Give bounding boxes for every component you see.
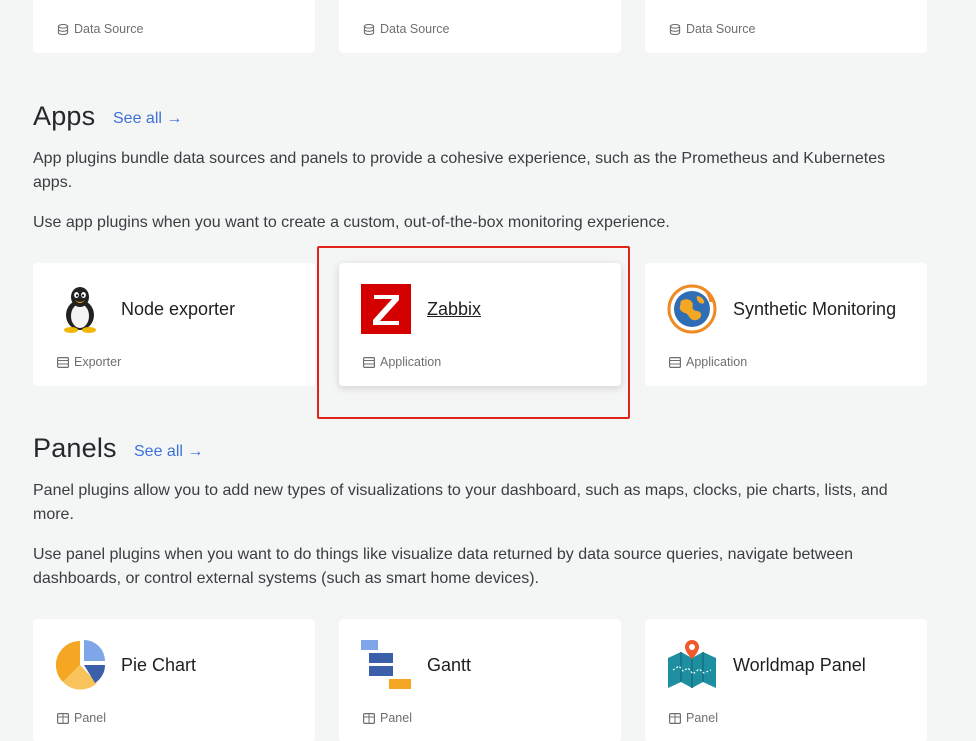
database-icon	[57, 23, 69, 35]
plugin-type: Application	[669, 355, 747, 369]
data-source-card[interactable]: Data Source	[33, 0, 315, 53]
plugin-type: Exporter	[57, 355, 121, 369]
apps-heading: Apps	[33, 101, 96, 131]
plugins-page: Data Source Data Source Data Source Apps…	[0, 0, 976, 741]
plugin-type-label: Exporter	[74, 355, 122, 369]
worldmap-icon	[667, 640, 717, 690]
globe-icon	[667, 284, 717, 334]
plugin-type: Data Source	[669, 22, 755, 36]
plugin-type-label: Panel	[74, 711, 106, 725]
plugin-type: Data Source	[363, 22, 449, 36]
apps-description: App plugins bundle data sources and pane…	[33, 150, 886, 191]
apps-see-all-link[interactable]: See all →	[113, 110, 182, 128]
plugin-type-label: Data Source	[74, 22, 144, 36]
panel-icon	[669, 712, 681, 724]
plugin-type: Panel	[57, 711, 106, 725]
plugin-type-label: Data Source	[686, 22, 756, 36]
data-source-card[interactable]: Data Source	[339, 0, 621, 53]
plugin-type-label: Data Source	[380, 22, 450, 36]
pie-chart-icon	[55, 640, 105, 690]
panels-usage-note: Use panel plugins when you want to do th…	[33, 546, 854, 587]
plugin-card-gantt[interactable]: Gantt Panel	[339, 619, 621, 741]
application-icon	[669, 356, 681, 368]
panels-description: Panel plugins allow you to add new types…	[33, 482, 888, 523]
plugin-card-pie-chart[interactable]: Pie Chart Panel	[33, 619, 315, 741]
highlight-box	[317, 246, 630, 419]
plugin-name: Synthetic Monitoring	[733, 298, 897, 319]
plugin-type-label: Panel	[380, 711, 412, 725]
panel-icon	[363, 712, 375, 724]
plugin-type-label: Application	[686, 355, 748, 369]
panel-icon	[57, 712, 69, 724]
plugin-card-worldmap-panel[interactable]: Worldmap Panel Panel	[645, 619, 927, 741]
plugin-type: Data Source	[57, 22, 143, 36]
plugin-type: Panel	[363, 711, 412, 725]
plugin-card-synthetic-monitoring[interactable]: Synthetic Monitoring Application	[645, 263, 927, 386]
plugin-name: Gantt	[427, 654, 472, 675]
plugin-card-node-exporter[interactable]: Node exporter Exporter	[33, 263, 315, 386]
gantt-icon	[361, 640, 411, 690]
plugin-name: Pie Chart	[121, 654, 197, 675]
database-icon	[669, 23, 681, 35]
plugin-type-label: Panel	[686, 711, 718, 725]
plugin-type: Panel	[669, 711, 718, 725]
database-icon	[363, 23, 375, 35]
panels-heading: Panels	[33, 433, 117, 463]
panels-see-all-link[interactable]: See all →	[134, 443, 203, 461]
apps-usage-note: Use app plugins when you want to create …	[33, 214, 670, 231]
plugin-name: Node exporter	[121, 298, 236, 319]
plugin-name: Worldmap Panel	[733, 654, 866, 675]
exporter-icon	[57, 356, 69, 368]
data-source-card[interactable]: Data Source	[645, 0, 927, 53]
linux-tux-icon	[55, 284, 105, 334]
